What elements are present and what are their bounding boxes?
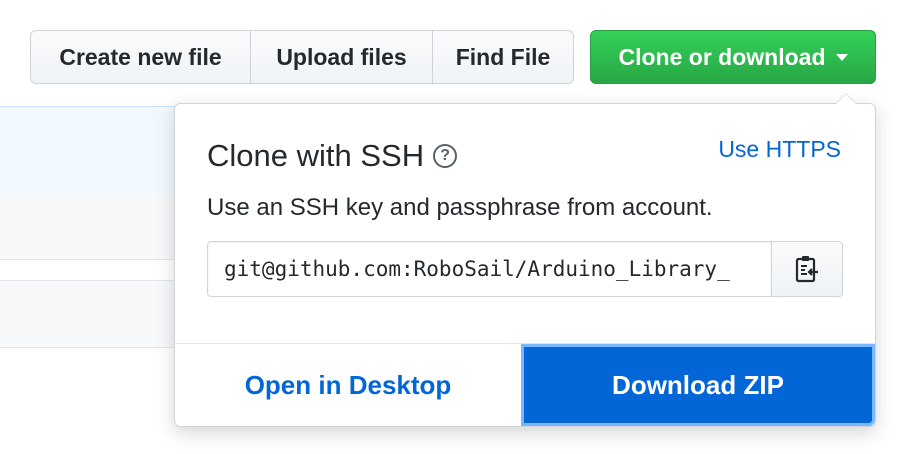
clipboard-icon (795, 256, 818, 283)
clone-title: Clone with SSH ? (207, 138, 458, 174)
clone-description: Use an SSH key and passphrase from accou… (207, 194, 713, 221)
clone-dropdown: Clone with SSH ? Use HTTPS Use an SSH ke… (174, 93, 876, 427)
download-zip-button[interactable]: Download ZIP (521, 344, 875, 426)
file-list-row (0, 193, 176, 260)
latest-commit-bar (0, 106, 176, 194)
clone-url-group (207, 241, 843, 297)
create-new-file-button[interactable]: Create new file (30, 30, 251, 84)
use-https-link[interactable]: Use HTTPS (718, 136, 841, 163)
clone-footer: Open in Desktop Download ZIP (175, 343, 875, 426)
copy-url-button[interactable] (771, 242, 842, 296)
open-in-desktop-button[interactable]: Open in Desktop (175, 344, 521, 426)
clone-or-download-label: Clone or download (618, 43, 826, 70)
upload-files-button[interactable]: Upload files (250, 30, 433, 84)
file-actions-group: Create new file Upload files Find File (30, 30, 574, 84)
caret-down-icon (835, 53, 848, 61)
popover-arrow (835, 93, 857, 104)
clone-or-download-button[interactable]: Clone or download (590, 30, 876, 84)
find-file-button[interactable]: Find File (432, 30, 574, 84)
clone-url-input[interactable] (208, 242, 771, 296)
clone-title-text: Clone with SSH (207, 138, 425, 173)
question-icon[interactable]: ? (433, 144, 458, 168)
file-list-row (0, 280, 176, 348)
repo-toolbar-area: Create new file Upload files Find File C… (0, 0, 900, 454)
